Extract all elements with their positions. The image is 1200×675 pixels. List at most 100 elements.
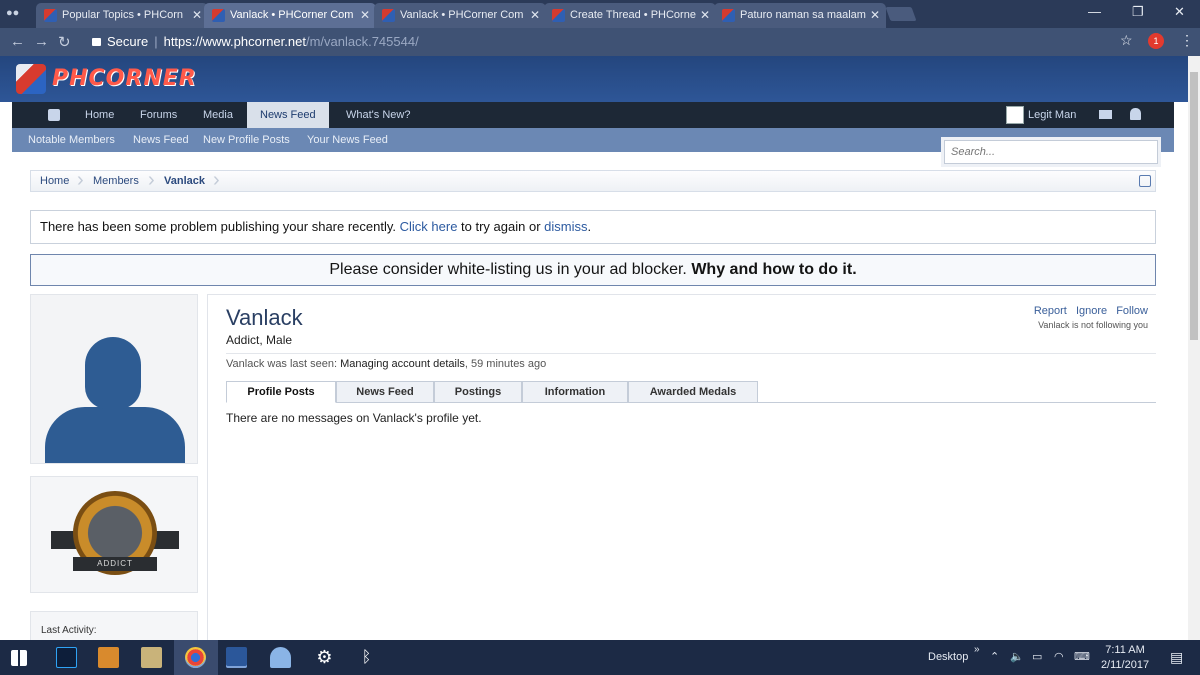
avatar-silhouette-head — [85, 337, 141, 409]
notice-text: There has been some problem publishing y… — [40, 219, 400, 234]
tab-title: Popular Topics • PHCorn — [62, 9, 184, 21]
url-path: /m/vanlack.745544/ — [305, 34, 419, 49]
profile-avatar[interactable] — [30, 294, 198, 464]
tab-awarded-medals[interactable]: Awarded Medals — [628, 381, 758, 403]
subnav-notable-members[interactable]: Notable Members — [28, 128, 115, 152]
browser-tab-5[interactable]: Paturo naman sa maalam ✕ — [714, 3, 886, 28]
ignore-link[interactable]: Ignore — [1076, 305, 1107, 317]
url-field[interactable]: Secure | https://www.phcorner.net/m/vanlac… — [84, 32, 1144, 52]
subnav-news-feed[interactable]: News Feed — [133, 128, 189, 152]
keyboard-icon[interactable]: ⌨ — [1074, 640, 1090, 675]
inbox-icon[interactable] — [1099, 110, 1112, 119]
close-icon[interactable]: ✕ — [870, 3, 880, 27]
address-bar: ← → ↻ Secure | https://www.phcorner.net/m/… — [0, 28, 1200, 56]
subnav-your-news-feed[interactable]: Your News Feed — [307, 128, 388, 152]
wifi-icon[interactable]: ◠ — [1054, 640, 1064, 675]
tab-title: Paturo naman sa maalam — [740, 9, 866, 21]
file-explorer-icon[interactable] — [141, 647, 162, 668]
minimize-icon[interactable]: — — [1088, 4, 1101, 19]
url-main: https://www.phcorner.net — [163, 34, 306, 49]
breadcrumb-current[interactable]: Vanlack — [164, 171, 205, 191]
notice-text-end: . — [587, 219, 592, 234]
desktop-toolbar-label[interactable]: Desktop — [928, 640, 968, 675]
nav-media[interactable]: Media — [203, 102, 233, 128]
tray-chevron-icon[interactable]: ⌃ — [990, 640, 999, 675]
new-tab-button[interactable] — [885, 7, 917, 21]
bluetooth-icon[interactable]: ᛒ — [356, 647, 377, 668]
retry-link[interactable]: Click here — [400, 219, 458, 234]
lock-icon — [92, 38, 101, 46]
battery-icon[interactable]: ▭ — [1032, 640, 1042, 675]
alerts-bell-icon[interactable] — [1130, 108, 1141, 120]
tab-title: Vanlack • PHCorner Com — [230, 9, 354, 21]
medal-label: ADDICT — [73, 557, 157, 571]
tab-title: Create Thread • PHCorne — [570, 9, 696, 21]
paint-icon[interactable] — [98, 647, 119, 668]
action-center-icon[interactable]: ▤ — [1170, 640, 1183, 675]
empty-posts-message: There are no messages on Vanlack's profi… — [226, 411, 482, 425]
tab-information[interactable]: Information — [522, 381, 628, 403]
volume-icon[interactable]: 🔈 — [1010, 640, 1024, 675]
dismiss-link[interactable]: dismiss — [544, 219, 587, 234]
close-icon[interactable]: ✕ — [700, 3, 710, 27]
browser-tab-2[interactable]: Vanlack • PHCorner Com ✕ — [204, 3, 376, 28]
breadcrumb-members[interactable]: Members — [93, 171, 139, 191]
close-icon[interactable]: ✕ — [360, 3, 370, 27]
last-seen-prefix: Vanlack was last seen: — [226, 358, 341, 370]
report-link[interactable]: Report — [1034, 305, 1067, 317]
browser-tab-4[interactable]: Create Thread • PHCorne ✕ — [544, 3, 716, 28]
incognito-icon: ●● — [6, 7, 20, 19]
network-app-icon[interactable] — [270, 647, 291, 668]
window-close-icon[interactable]: ✕ — [1174, 4, 1185, 20]
back-icon[interactable]: ← — [10, 33, 25, 50]
chrome-icon[interactable] — [185, 647, 206, 668]
breadcrumb-home[interactable]: Home — [40, 171, 69, 191]
system-clock[interactable]: 7:11 AM 2/11/2017 — [1098, 643, 1152, 673]
close-icon[interactable]: ✕ — [192, 3, 202, 27]
tab-postings[interactable]: Postings — [434, 381, 522, 403]
jump-to-top-icon[interactable] — [1139, 175, 1151, 187]
reload-icon[interactable]: ↻ — [58, 33, 71, 51]
close-icon[interactable]: ✕ — [530, 3, 540, 27]
maximize-icon[interactable]: ❐ — [1132, 4, 1144, 20]
nav-whats-new[interactable]: What's New? — [346, 102, 410, 128]
photoshop-icon[interactable] — [56, 647, 77, 668]
nav-user-name[interactable]: Legit Man — [1028, 102, 1076, 128]
subnav-new-profile-posts[interactable]: New Profile Posts — [203, 128, 290, 152]
nav-forums[interactable]: Forums — [140, 102, 177, 128]
extension-icon[interactable]: 1 — [1148, 33, 1164, 49]
avatar-silhouette-body — [45, 407, 185, 463]
user-avatar[interactable] — [1006, 106, 1024, 124]
tab-profile-posts[interactable]: Profile Posts — [226, 381, 336, 403]
browser-tab-3[interactable]: Vanlack • PHCorner Com ✕ — [374, 3, 546, 28]
toolbar-expand-icon[interactable]: » — [974, 632, 980, 667]
page-content: PHCORNER Home Forums Media News Feed Wha… — [0, 56, 1188, 651]
new-post-icon[interactable] — [48, 109, 60, 121]
follow-status: Vanlack is not following you — [1038, 320, 1148, 330]
tab-news-feed[interactable]: News Feed — [336, 381, 434, 403]
word-icon[interactable] — [226, 647, 247, 668]
browser-menu-icon[interactable]: ⋮ — [1180, 32, 1194, 49]
site-banner: PHCORNER — [0, 56, 1188, 102]
clock-date: 2/11/2017 — [1100, 659, 1150, 671]
scrollbar-thumb[interactable] — [1190, 72, 1198, 340]
last-activity-label: Last Activity: — [41, 625, 97, 636]
forward-icon[interactable]: → — [34, 33, 49, 50]
search-box — [944, 140, 1158, 164]
browser-tab-1[interactable]: Popular Topics • PHCorn ✕ — [36, 3, 208, 28]
logo-text: PHCORNER — [52, 66, 197, 91]
start-windows-icon[interactable] — [11, 650, 27, 666]
nav-news-feed[interactable]: News Feed — [247, 102, 329, 128]
profile-username: Vanlack — [226, 305, 303, 330]
bookmark-star-icon[interactable]: ☆ — [1120, 32, 1133, 49]
profile-actions: Report Ignore Follow Vanlack is not foll… — [1028, 305, 1148, 330]
follow-link[interactable]: Follow — [1116, 305, 1148, 317]
main-nav: Home Forums Media News Feed What's New? … — [12, 102, 1174, 128]
last-seen: Vanlack was last seen: Managing account … — [226, 358, 546, 370]
nav-home[interactable]: Home — [85, 102, 114, 128]
favicon-icon — [722, 9, 735, 22]
breadcrumb-separator: › — [77, 169, 84, 191]
search-input[interactable] — [945, 141, 1157, 163]
settings-gear-icon[interactable]: ⚙ — [314, 647, 335, 668]
adblock-link[interactable]: Why and how to do it. — [691, 261, 856, 278]
